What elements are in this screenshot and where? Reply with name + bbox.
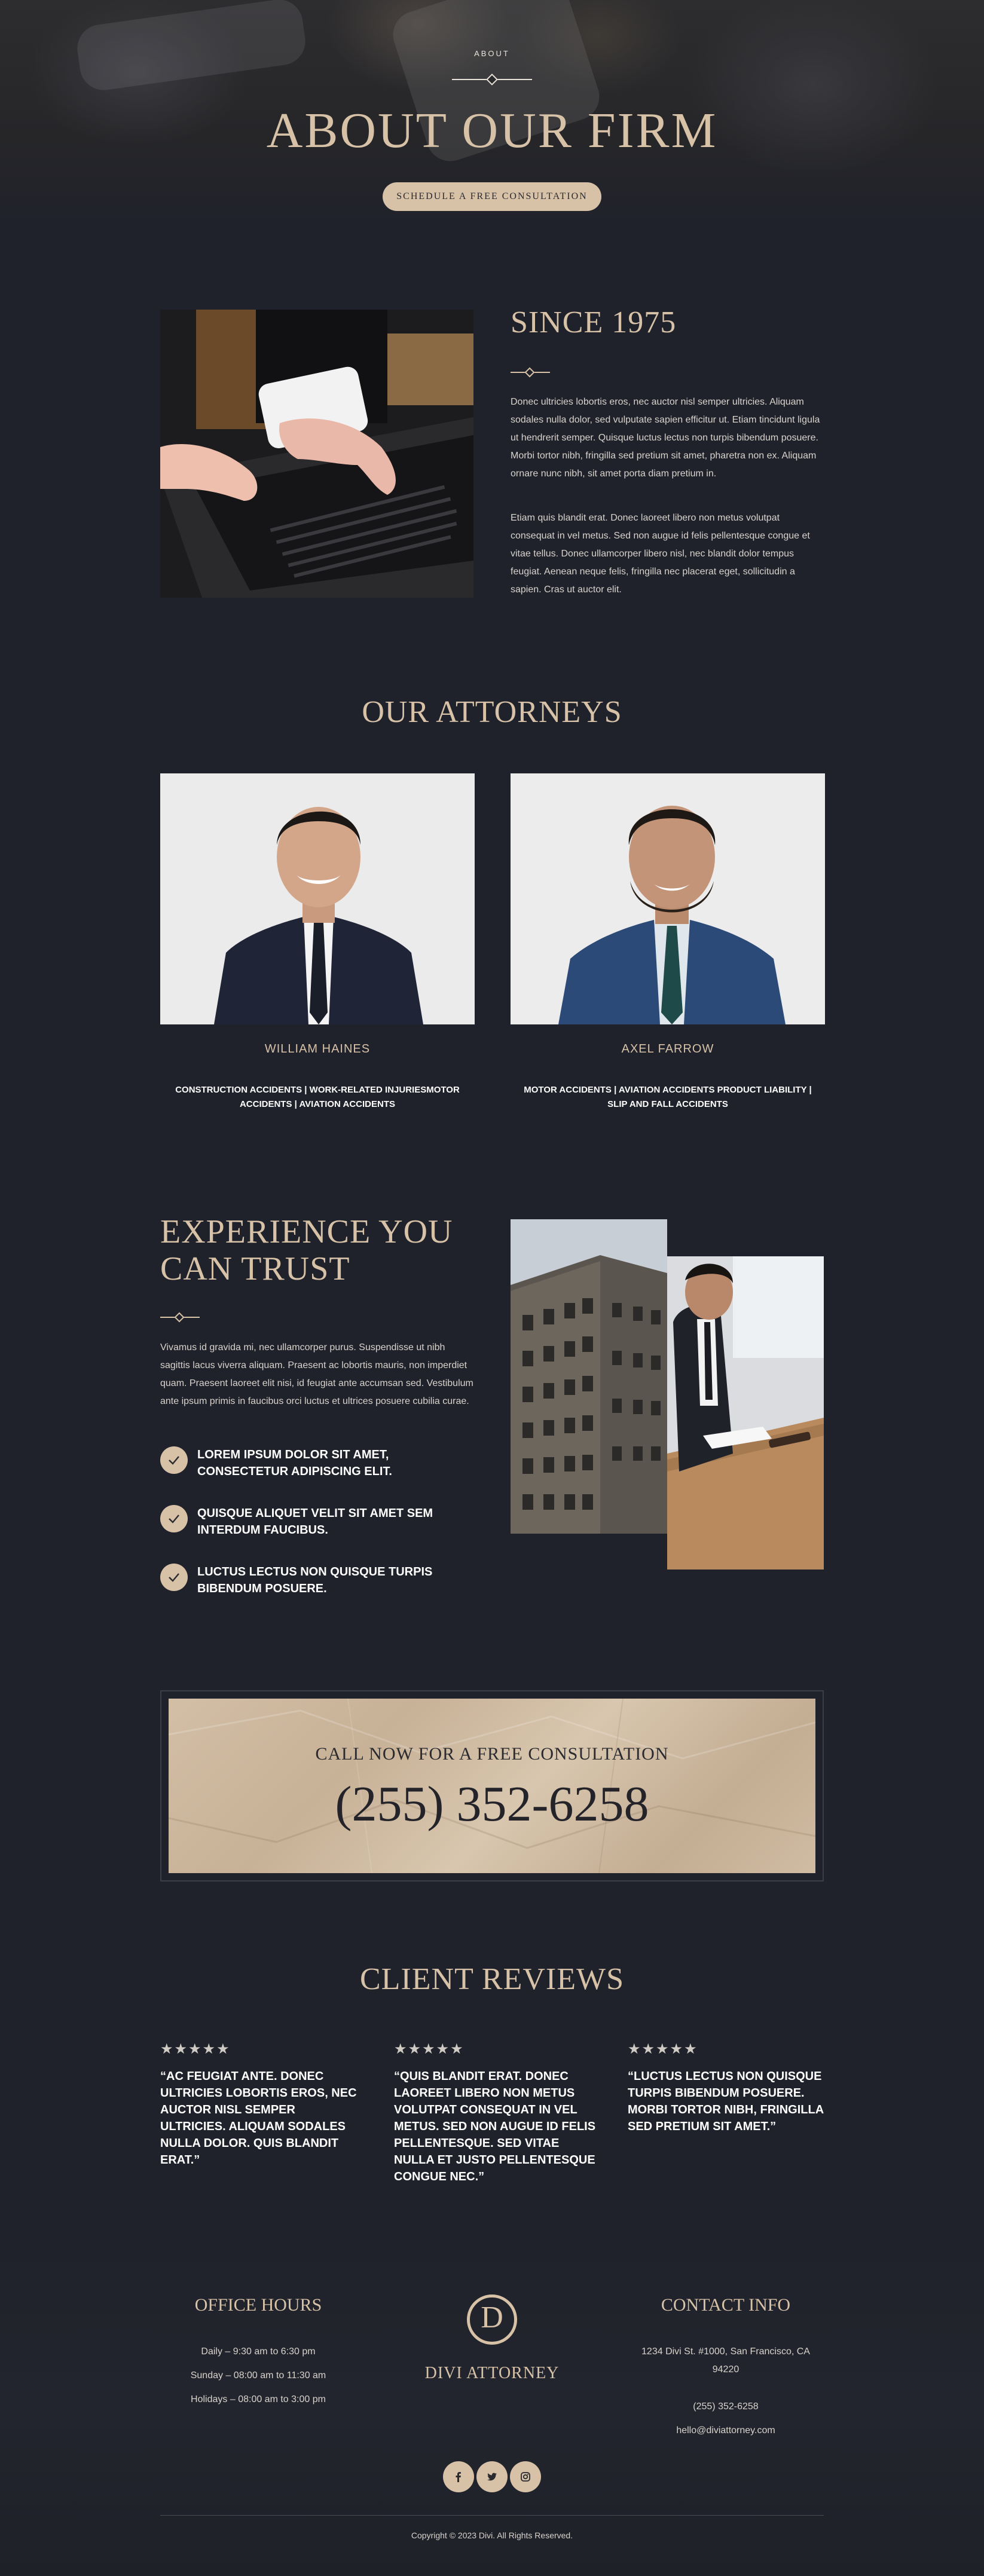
attorneys-title: OUR ATTORNEYS: [362, 695, 622, 729]
brand-name: DIVI ATTORNEY: [424, 2364, 560, 2382]
hours-line: Daily – 9:30 am to 6:30 pm: [201, 2346, 316, 2357]
since-paragraph: Donec ultricies lobortis eros, nec aucto…: [511, 397, 820, 479]
facebook-icon[interactable]: [443, 2461, 474, 2492]
copyright: Copyright © 2023 Divi. All Rights Reserv…: [411, 2531, 573, 2540]
attorney-practice-areas: MOTOR ACCIDENTS | AVIATION ACCIDENTS PRO…: [524, 1085, 812, 1109]
since-paragraph: Etiam quis blandit erat. Donec laoreet l…: [511, 513, 810, 595]
logo-letter: D: [481, 2300, 503, 2335]
hero-divider: [452, 74, 532, 85]
attorney-photo: [511, 773, 825, 1024]
review-text: “AC FEUGIAT ANTE. DONEC ULTRICIES LOBORT…: [160, 2070, 357, 2167]
experience-title: EXPERIENCE YOU CAN TRUST: [160, 1213, 453, 1287]
hero-eyebrow: ABOUT: [474, 49, 510, 58]
attorney-name: AXEL FARROW: [621, 1042, 714, 1056]
attorney-photo: [160, 773, 475, 1024]
experience-paragraph: Vivamus id gravida mi, nec ullamcorper p…: [160, 1342, 473, 1406]
star-rating: ★★★★★: [160, 2040, 231, 2057]
hero-section: ABOUT ABOUT OUR FIRM SCHEDULE A FREE CON…: [0, 0, 984, 227]
email-link[interactable]: hello@diviattorney.com: [606, 2422, 845, 2440]
review-text: “QUIS BLANDIT ERAT. DONEC LAOREET LIBERO…: [394, 2070, 596, 2183]
footer-phone-link[interactable]: (255) 352-6258: [606, 2398, 845, 2416]
reviews-title: CLIENT REVIEWS: [360, 1962, 624, 1996]
attorney-portrait-william: [160, 773, 475, 1024]
checklist-text: QUISQUE ALIQUET VELIT SIT AMET SEM INTER…: [197, 1507, 433, 1537]
instagram-icon[interactable]: [510, 2461, 541, 2492]
star-rating: ★★★★★: [394, 2040, 465, 2057]
phone-number-link[interactable]: (255) 352-6258: [169, 1775, 815, 1833]
working-lawyer-image: [667, 1256, 824, 1570]
checklist-item: LUCTUS LECTUS NON QUISQUE TURPIS BIBENDU…: [160, 1564, 483, 1597]
checklist-text: LOREM IPSUM DOLOR SIT AMET, CONSECTETUR …: [197, 1448, 392, 1478]
call-label: CALL NOW FOR A FREE CONSULTATION: [315, 1744, 669, 1764]
hours-line: Sunday – 08:00 am to 11:30 am: [190, 2370, 326, 2381]
attorney-practice-areas: CONSTRUCTION ACCIDENTS | WORK-RELATED IN…: [175, 1085, 460, 1109]
typing-laptop-image: [160, 310, 473, 598]
attorney-name: WILLIAM HAINES: [264, 1042, 371, 1056]
since-title: SINCE 1975: [511, 305, 677, 339]
review-text: “LUCTUS LECTUS NON QUISQUE TURPIS BIBEND…: [628, 2070, 824, 2133]
checkmark-icon: [160, 1446, 188, 1474]
address: 1234 Divi St. #1000, San Francisco, CA 9…: [641, 2346, 810, 2375]
page-title: ABOUT OUR FIRM: [266, 103, 718, 158]
twitter-icon[interactable]: [476, 2461, 508, 2492]
call-banner: CALL NOW FOR A FREE CONSULTATION (255) 3…: [160, 1690, 824, 1881]
typing-laptop-illustration: [160, 310, 473, 598]
footer-divider: [160, 2515, 824, 2516]
checkmark-icon: [160, 1564, 188, 1591]
schedule-consultation-button[interactable]: SCHEDULE A FREE CONSULTATION: [383, 182, 601, 211]
contact-info-title: CONTACT INFO: [661, 2295, 791, 2315]
logo-icon[interactable]: D: [467, 2294, 517, 2345]
checklist-text: LUCTUS LECTUS NON QUISQUE TURPIS BIBENDU…: [197, 1565, 433, 1595]
hours-line: Holidays – 08:00 am to 3:00 pm: [191, 2394, 326, 2404]
checklist-item: QUISQUE ALIQUET VELIT SIT AMET SEM INTER…: [160, 1505, 483, 1538]
office-hours-title: OFFICE HOURS: [194, 2295, 322, 2315]
experience-divider: [160, 1311, 200, 1323]
checkmark-icon: [160, 1505, 188, 1532]
attorney-portrait-axel: [511, 773, 825, 1024]
star-rating: ★★★★★: [628, 2040, 698, 2057]
since-divider: [511, 366, 550, 378]
building-image: [511, 1219, 667, 1534]
checklist-item: LOREM IPSUM DOLOR SIT AMET, CONSECTETUR …: [160, 1446, 483, 1480]
call-banner-paper: CALL NOW FOR A FREE CONSULTATION (255) 3…: [169, 1699, 815, 1873]
